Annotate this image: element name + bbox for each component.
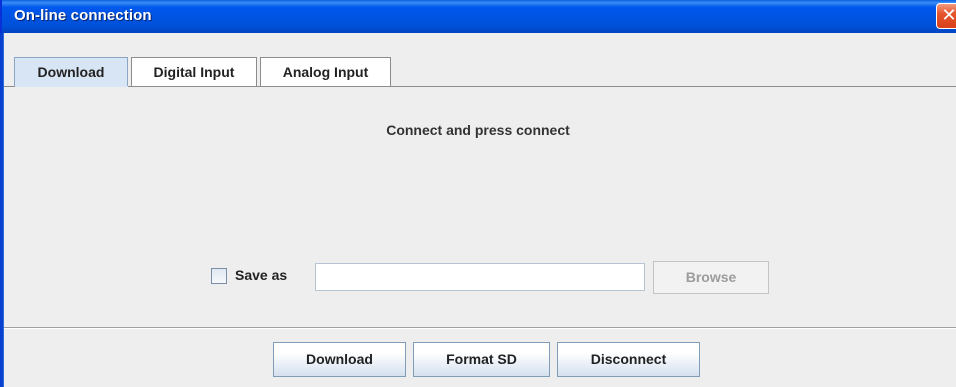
tab-underline-active: [15, 86, 128, 87]
tab-digital-input[interactable]: Digital Input: [131, 57, 257, 86]
title-bar[interactable]: On-line connection ✕: [0, 0, 956, 33]
disconnect-button[interactable]: Disconnect: [557, 342, 700, 377]
browse-button[interactable]: Browse: [653, 261, 769, 294]
online-connection-dialog: On-line connection ✕ Download Digital In…: [0, 0, 956, 387]
close-button[interactable]: ✕: [936, 3, 956, 29]
format-sd-button[interactable]: Format SD: [413, 342, 550, 377]
download-button[interactable]: Download: [273, 342, 406, 377]
save-as-row: Save as Browse: [0, 261, 956, 294]
save-as-checkbox[interactable]: [211, 268, 227, 284]
status-message: Connect and press connect: [386, 122, 570, 138]
tab-download[interactable]: Download: [14, 57, 128, 86]
tab-analog-input[interactable]: Analog Input: [260, 57, 391, 86]
footer-separator-highlight: [4, 328, 956, 329]
save-as-label[interactable]: Save as: [235, 267, 287, 283]
tab-underline: [4, 86, 956, 87]
close-icon: ✕: [941, 5, 956, 25]
window-title: On-line connection: [14, 7, 152, 24]
save-path-input[interactable]: [315, 263, 645, 291]
